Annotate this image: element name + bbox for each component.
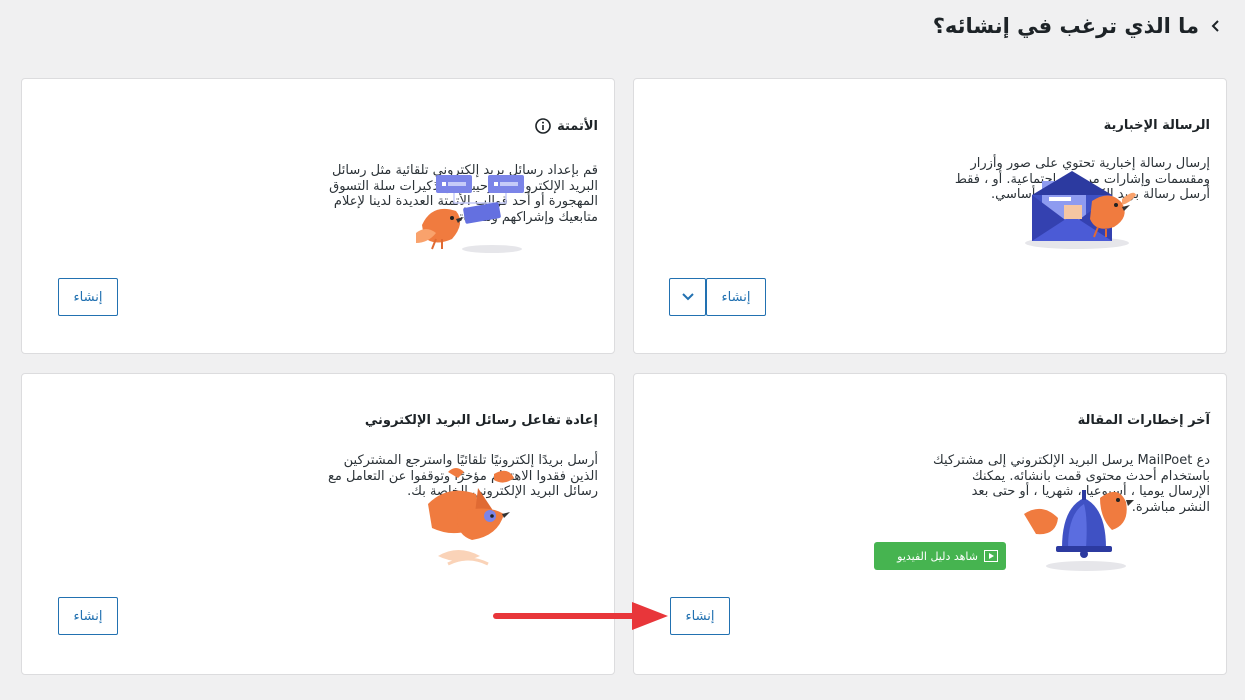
newsletter-title: الرسالة الإخبارية bbox=[1103, 118, 1210, 133]
post-notifications-create-button[interactable]: إنشاء bbox=[670, 597, 730, 635]
page-title: ما الذي ترغب في إنشائه؟ bbox=[932, 14, 1199, 38]
automation-card: الأتمتة قم بإعداد رسائل بريد إلكتروني تل… bbox=[21, 78, 615, 354]
watch-video-guide-button[interactable]: شاهد دليل الفيديو bbox=[874, 542, 1006, 570]
page-header: ما الذي ترغب في إنشائه؟ bbox=[933, 14, 1223, 38]
chevron-left-icon[interactable] bbox=[1209, 19, 1223, 33]
info-icon[interactable] bbox=[535, 118, 551, 134]
reengagement-bird-illustration bbox=[428, 468, 514, 566]
newsletter-card: الرسالة الإخبارية إرسال رسالة إخبارية تح… bbox=[633, 78, 1227, 354]
newsletter-create-button[interactable]: إنشاء bbox=[706, 278, 766, 316]
automation-create-button[interactable]: إنشاء bbox=[58, 278, 118, 316]
video-play-icon bbox=[984, 550, 998, 562]
reengagement-title: إعادة تفاعل رسائل البريد الإلكتروني bbox=[364, 413, 598, 428]
automation-title: الأتمتة bbox=[535, 118, 598, 134]
newsletter-options-dropdown-button[interactable] bbox=[669, 278, 706, 316]
red-arrow-annotation bbox=[493, 602, 668, 630]
post-notifications-card: آخر إخطارات المقالة دع MailPoet يرسل الب… bbox=[633, 373, 1227, 675]
automation-illustration bbox=[416, 175, 524, 253]
post-notifications-title: آخر إخطارات المقالة bbox=[1077, 413, 1210, 428]
reengagement-create-button[interactable]: إنشاء bbox=[58, 597, 118, 635]
newsletter-envelope-illustration bbox=[1025, 171, 1136, 249]
bell-bird-illustration bbox=[1024, 490, 1134, 571]
chevron-down-icon bbox=[681, 293, 694, 301]
